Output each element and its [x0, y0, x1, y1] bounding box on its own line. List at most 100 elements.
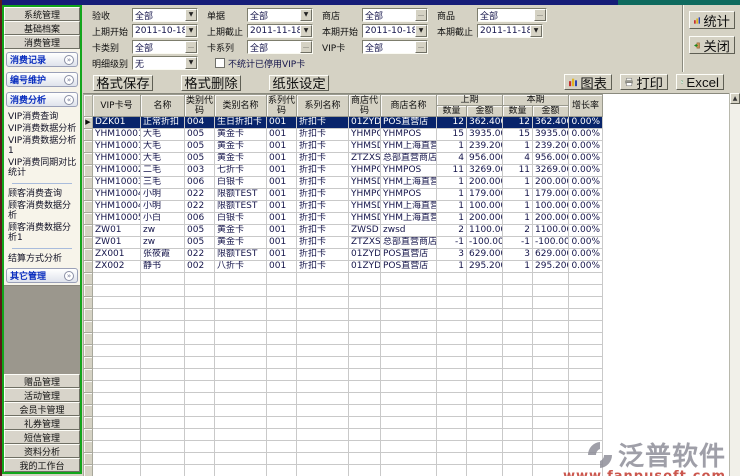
ellipsis-icon[interactable]: …	[300, 41, 312, 53]
table-row[interactable]: ▶DZK01正常折扣004生日折扣卡001折扣卡01ZYDPOS直营店12362…	[84, 117, 603, 129]
col-group-last[interactable]: 上期	[437, 95, 503, 106]
chevron-down-icon[interactable]: ▼	[185, 57, 197, 69]
cell-empty	[215, 429, 267, 441]
cell-series_name: 折扣卡	[297, 177, 349, 189]
col-vip-card[interactable]: VIP卡号	[93, 95, 141, 117]
table-row[interactable]: ZW01zw005黄金卡001折扣卡ZWSDzwsd21100.00021100…	[84, 225, 603, 237]
col-cur-amt[interactable]: 金额	[533, 106, 569, 117]
sidebar-bottom-button[interactable]: 资料分析	[4, 444, 80, 458]
cell-name: zw	[141, 225, 185, 237]
sidebar-bottom-button[interactable]: 活动管理	[4, 388, 80, 402]
sidebar-item[interactable]: 结算方式分析	[7, 253, 80, 265]
sidebar-top-button[interactable]: 基础档案	[4, 21, 80, 35]
col-growth[interactable]: 增长率	[569, 95, 603, 117]
table-row[interactable]: YHM10001大毛005黄金卡001折扣卡YHMSD1YHM上海直营店1239…	[84, 141, 603, 153]
col-shop-name[interactable]: 商店名称	[381, 95, 437, 117]
sidebar-item[interactable]: 顾客消费数据分析	[7, 200, 80, 222]
sidebar-item[interactable]: VIP消费数据分析	[7, 123, 80, 135]
col-group-current[interactable]: 本期	[503, 95, 569, 106]
filter-field[interactable]: 全部…	[362, 40, 428, 54]
filter-field[interactable]: 全部…	[247, 40, 313, 54]
col-cat-name[interactable]: 类别名称	[215, 95, 267, 117]
filter-field[interactable]: 全部…	[132, 40, 198, 54]
sidebar-item[interactable]: 顾客消费查询	[7, 188, 80, 200]
chevron-down-icon[interactable]: ▼	[300, 25, 312, 37]
table-row[interactable]: YHM10001大毛005黄金卡001折扣卡ZTZXSD总部直营商店4956.0…	[84, 153, 603, 165]
filter-field[interactable]: 全部…	[362, 8, 428, 22]
filter-field[interactable]: 全部▼	[132, 8, 198, 22]
vertical-scrollbar[interactable]: ▲ ▼	[729, 93, 740, 476]
cell-empty	[437, 309, 467, 321]
paper-setting-button[interactable]: 纸张设定	[269, 75, 329, 91]
collapse-chevron-icon[interactable]: »	[64, 55, 74, 65]
sidebar-item[interactable]: VIP消费同期对比统计	[7, 157, 80, 179]
table-row[interactable]: YHM10004小明022限额TEST001折扣卡YHMPOSYHMPOS117…	[84, 189, 603, 201]
sidebar-section-other-manage[interactable]: 其它管理 »	[6, 268, 78, 283]
exclude-disabled-vip-checkbox[interactable]	[215, 58, 225, 68]
sidebar-item[interactable]: 顾客消费数据分析1	[7, 222, 80, 244]
table-row[interactable]: YHM10005小白006白银卡001折扣卡YHMSD1YHM上海直营店1200…	[84, 213, 603, 225]
format-delete-button[interactable]: 格式删除	[181, 75, 241, 91]
chevron-down-icon[interactable]: ▼	[185, 9, 197, 21]
sidebar-section-consume-analysis[interactable]: 消费分析 «	[6, 92, 78, 107]
table-row[interactable]: ZX002静书002八折卡001折扣卡01ZYDPOS直营店1295.20012…	[84, 261, 603, 273]
sidebar-section-consume-records[interactable]: 消费记录 »	[6, 52, 78, 67]
sidebar-top-button[interactable]: 消费管理	[4, 35, 80, 49]
col-cat-code[interactable]: 类别代码	[185, 95, 215, 117]
collapse-chevron-icon[interactable]: »	[64, 75, 74, 85]
cell-shop_code: ZTZXSD	[349, 153, 381, 165]
chevron-down-icon[interactable]: ▼	[415, 25, 427, 37]
chart-button[interactable]: 图表	[564, 74, 612, 90]
sidebar-bottom-button[interactable]: 我的工作台	[4, 458, 80, 472]
filter-field[interactable]: 2011-11-18▼	[477, 24, 543, 38]
chevron-down-icon[interactable]: ▼	[530, 25, 542, 37]
table-row[interactable]: ZX001张筱霞022限额TEST001折扣卡01ZYDPOS直营店3629.0…	[84, 249, 603, 261]
cell-empty	[297, 369, 349, 381]
sidebar-bottom-button[interactable]: 礼券管理	[4, 416, 80, 430]
sidebar-top-button[interactable]: 系统管理	[4, 7, 80, 21]
table-row[interactable]: YHM10002二毛003七折卡001折扣卡YHMPOSYHMPOS113269…	[84, 165, 603, 177]
excel-button[interactable]: X Excel	[676, 74, 724, 90]
sidebar-bottom-button[interactable]: 短信管理	[4, 430, 80, 444]
cell-growth: 0.00%	[569, 129, 603, 141]
collapse-chevron-icon[interactable]: «	[64, 95, 74, 105]
ellipsis-icon[interactable]: …	[185, 41, 197, 53]
col-series-name[interactable]: 系列名称	[297, 95, 349, 117]
col-name[interactable]: 名称	[141, 95, 185, 117]
table-row[interactable]: YHM10004小明022限额TEST001折扣卡YHMSD1YHM上海直营店1…	[84, 201, 603, 213]
collapse-chevron-icon[interactable]: »	[64, 271, 74, 281]
detail-level-combo[interactable]: 无 ▼	[132, 56, 198, 70]
ellipsis-icon[interactable]: …	[415, 41, 427, 53]
format-save-button[interactable]: 格式保存	[93, 75, 153, 91]
col-series-code[interactable]: 系列代码	[267, 95, 297, 117]
cell-last_qty: 11	[437, 165, 467, 177]
scroll-up-icon[interactable]: ▲	[730, 93, 740, 104]
table-row[interactable]: YHM10003三毛006白银卡001折扣卡YHMSD1YHM上海直营店1200…	[84, 177, 603, 189]
cell-shop_code: ZTZXSD	[349, 237, 381, 249]
ellipsis-icon[interactable]: …	[415, 9, 427, 21]
stats-button[interactable]: 统计	[689, 11, 735, 29]
col-shop-code[interactable]: 商店代码	[349, 95, 381, 117]
col-last-amt[interactable]: 金额	[467, 106, 503, 117]
cell-empty	[533, 357, 569, 369]
sidebar-bottom-button[interactable]: 会员卡管理	[4, 402, 80, 416]
close-button[interactable]: 关闭	[689, 36, 735, 54]
col-last-qty[interactable]: 数量	[437, 106, 467, 117]
table-row[interactable]: ZW01zw005黄金卡001折扣卡ZTZXSD总部直营商店-1-100.000…	[84, 237, 603, 249]
filter-field[interactable]: 全部▼	[247, 8, 313, 22]
sidebar-item[interactable]: VIP消费数据分析1	[7, 135, 80, 157]
filter-field[interactable]: 2011-10-18▼	[362, 24, 428, 38]
filter-field[interactable]: 全部…	[477, 8, 547, 22]
print-button[interactable]: 打印	[620, 74, 668, 90]
sidebar-item[interactable]: VIP消费查询	[7, 111, 80, 123]
col-cur-qty[interactable]: 数量	[503, 106, 533, 117]
sidebar-bottom-button[interactable]: 赠品管理	[4, 374, 80, 388]
filter-field[interactable]: 2011-11-18▼	[247, 24, 313, 38]
cell-empty	[437, 369, 467, 381]
chevron-down-icon[interactable]: ▼	[185, 25, 197, 37]
chevron-down-icon[interactable]: ▼	[300, 9, 312, 21]
filter-field[interactable]: 2011-10-18▼	[132, 24, 198, 38]
table-row[interactable]: YHM10001大毛005黄金卡001折扣卡YHMPOSYHMPOS153935…	[84, 129, 603, 141]
sidebar-section-number-maintain[interactable]: 编号维护 »	[6, 72, 78, 87]
ellipsis-icon[interactable]: …	[534, 9, 546, 21]
